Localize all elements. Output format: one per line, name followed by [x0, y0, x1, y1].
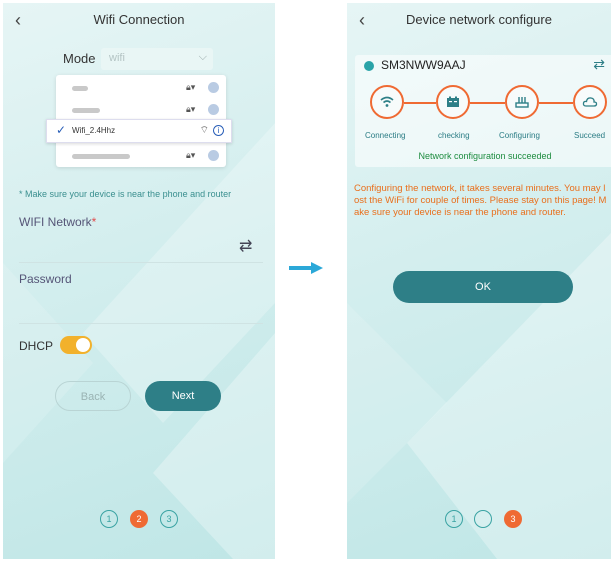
- selected-wifi-item[interactable]: ✓ Wifi_2.4Hhz ⌔ i: [46, 119, 232, 143]
- page-title: Wifi Connection: [93, 12, 185, 27]
- back-button[interactable]: Back: [55, 381, 131, 411]
- progress-line: [539, 102, 573, 104]
- check-icon: ✓: [56, 123, 67, 137]
- wifi-network-input[interactable]: [19, 262, 263, 263]
- password-underline: [19, 323, 263, 324]
- hint-text: * Make sure your device is near the phon…: [19, 189, 232, 199]
- stage-checking: [436, 85, 470, 119]
- lock-wifi-icon: 🔒︎▾: [186, 82, 196, 92]
- header: ‹ Device network configure: [347, 3, 611, 37]
- header: ‹ Wifi Connection: [3, 3, 275, 37]
- battery-icon: [447, 96, 459, 107]
- stage-label-succeed: Succeed: [574, 131, 606, 140]
- warning-text: Configuring the network, it takes severa…: [354, 183, 607, 218]
- mode-select[interactable]: wifi ⌵: [101, 48, 213, 70]
- step-indicator-2: 2: [130, 510, 148, 528]
- info-icon[interactable]: i: [213, 125, 224, 136]
- wifi-list-item[interactable]: 🔒︎▾: [56, 99, 226, 121]
- step-indicator-3: 3: [160, 510, 178, 528]
- chevron-down-icon: ⌵: [198, 51, 207, 63]
- page-title: Device network configure: [406, 12, 552, 27]
- stage-label-checking: checking: [438, 131, 470, 140]
- wifi-icon: [380, 96, 394, 107]
- swap-icon[interactable]: ⇄: [239, 236, 252, 256]
- step-indicator-3: 3: [504, 510, 522, 528]
- arrow-right-icon: [289, 262, 323, 274]
- password-field[interactable]: Password: [19, 272, 72, 286]
- wifi-network-label-text: WIFI Network: [19, 215, 92, 229]
- stage-connecting: [370, 85, 404, 119]
- progress-card: SM3NWW9AAJ ⇄ Connecting checking Configu…: [355, 55, 611, 167]
- network-dot-icon: [208, 150, 219, 161]
- blurred-ssid: [72, 86, 88, 91]
- wifi-list-item[interactable]: 🔒︎▾: [56, 145, 226, 167]
- success-message: Network configuration succeeded: [418, 151, 552, 161]
- stage-configuring: [505, 85, 539, 119]
- stage-label-configuring: Configuring: [499, 131, 540, 140]
- wifi-list-item[interactable]: 🔒︎▾: [56, 77, 226, 99]
- progress-line: [470, 102, 505, 104]
- toggle-knob: [76, 338, 90, 352]
- lock-wifi-icon: 🔒︎▾: [186, 104, 196, 114]
- status-dot-icon: [364, 61, 374, 71]
- network-dot-icon: [208, 104, 219, 115]
- stage-succeed: [573, 85, 607, 119]
- dhcp-label: DHCP: [19, 339, 54, 353]
- blurred-ssid: [72, 154, 130, 159]
- required-mark: *: [91, 215, 97, 229]
- selected-ssid: Wifi_2.4Hhz: [72, 126, 116, 135]
- ok-button[interactable]: OK: [393, 271, 573, 303]
- network-dot-icon: [208, 82, 219, 93]
- mode-value: wifi: [109, 52, 125, 64]
- blurred-ssid: [72, 108, 100, 113]
- step-indicator-1: 1: [100, 510, 118, 528]
- lock-wifi-icon: 🔒︎▾: [186, 150, 196, 160]
- device-name: SM3NWW9AAJ: [381, 58, 466, 72]
- wifi-connection-screen: ‹ Wifi Connection Mode wifi ⌵ 🔒︎▾ 🔒︎▾ 🔒︎…: [3, 3, 275, 559]
- step-indicator-1: 1: [445, 510, 463, 528]
- cloud-icon: [582, 97, 598, 107]
- switch-icon[interactable]: ⇄: [593, 56, 605, 73]
- wifi-icon: ⌔: [199, 125, 209, 136]
- dhcp-toggle[interactable]: [60, 336, 92, 354]
- mode-label: Mode: [63, 51, 96, 66]
- wifi-network-label: WIFI Network*: [19, 215, 96, 229]
- step-indicator-2: [474, 510, 492, 528]
- progress-line: [404, 102, 436, 104]
- router-icon: [515, 97, 529, 108]
- next-button[interactable]: Next: [145, 381, 221, 411]
- device-network-configure-screen: ‹ Device network configure SM3NWW9AAJ ⇄: [347, 3, 611, 559]
- stage-label-connecting: Connecting: [365, 131, 406, 140]
- mode-row: Mode wifi ⌵: [63, 48, 213, 70]
